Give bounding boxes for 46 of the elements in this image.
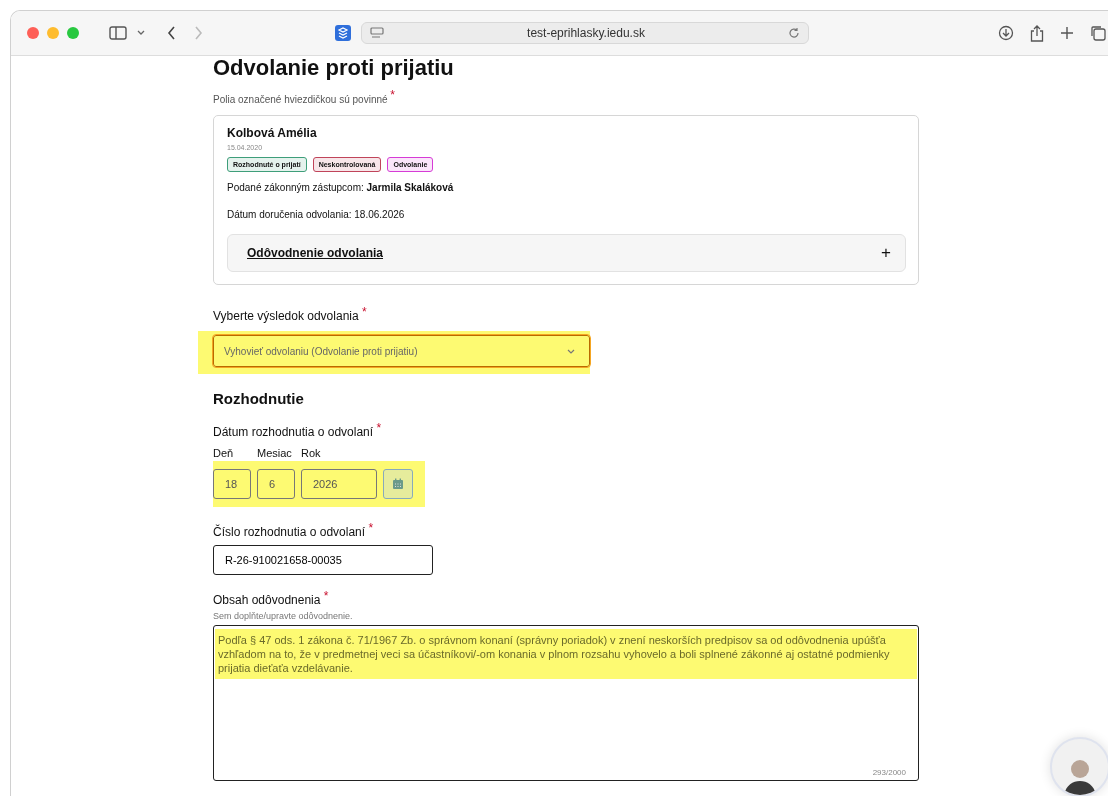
accordion-header[interactable]: Odôvodnenie odvolania + <box>227 234 906 272</box>
date-part-label: Mesiac <box>257 447 293 459</box>
share-icon[interactable] <box>1030 24 1044 42</box>
page-icon <box>370 27 384 39</box>
tabs-overview-icon[interactable] <box>1090 25 1106 41</box>
download-icon[interactable] <box>998 25 1014 41</box>
reason-text: Podľa § 47 ods. 1 zákona č. 71/1967 Zb. o správnom konaní (správny poriadok) v znení neskorších predpisov sa od odôvodnenia upúšťa vzhľadom na to, že v predmetnej veci sa účastníkovi/-om konania v plnom rozsahu vyhovelo a boli splnené zákonné aj ostatné podmienky prijatia dieťaťa vzdelávanie. <box>215 629 917 679</box>
required-mark: * <box>390 88 395 102</box>
applicant-name: Kolbová Amélia <box>227 126 318 140</box>
required-fields-note: Polia označené hviezdičkou sú povinné <box>213 94 388 105</box>
back-icon[interactable] <box>167 26 176 40</box>
extension-icon[interactable] <box>335 25 351 41</box>
representative-name: Jarmila Skaláková <box>366 182 454 193</box>
avatar-circle[interactable] <box>1050 737 1108 796</box>
field-label: Číslo rozhodnutia o odvolaní <box>213 525 366 539</box>
required-mark: * <box>323 589 329 603</box>
required-mark: * <box>368 521 374 535</box>
new-tab-icon[interactable] <box>1060 26 1074 40</box>
page-title: Odvolanie proti prijatiu <box>213 56 455 82</box>
reason-textarea[interactable] <box>213 625 919 781</box>
field-label: Vyberte výsledok odvolania <box>213 309 359 323</box>
expand-toggle[interactable]: + <box>881 243 891 263</box>
calendar-button[interactable] <box>383 469 413 499</box>
decision-number-input[interactable]: R-26-910021658-00035 <box>213 545 433 575</box>
delivery-date: Dátum doručenia odvolania: 18.06.2026 <box>227 209 406 220</box>
required-mark: * <box>362 305 367 319</box>
address-bar[interactable]: test-eprihlasky.iedu.sk <box>361 22 809 44</box>
date-input[interactable]: 2026 <box>301 469 377 499</box>
calendar-icon <box>392 478 404 490</box>
field-hint: Sem doplňte/upravte odôvodnenie. <box>213 611 354 621</box>
required-mark: * <box>376 421 382 435</box>
field-label: Dátum rozhodnutia o odvolaní <box>213 425 374 439</box>
close-window-button[interactable] <box>27 27 39 39</box>
chevron-down-icon <box>567 348 575 354</box>
result-dropdown[interactable]: Vyhovieť odvolaniu (Odvolanie proti prijatiu) <box>213 335 590 367</box>
date-part-label: Rok <box>301 447 321 459</box>
section-heading: Rozhodnutie <box>213 390 305 407</box>
sidebar-icon[interactable] <box>109 26 127 40</box>
submitted-by-label: Podané zákonným zástupcom: <box>227 182 364 193</box>
reload-icon[interactable] <box>788 27 800 39</box>
date-input[interactable]: 18 <box>213 469 251 499</box>
character-counter: 293/2000 <box>872 768 906 777</box>
field-label: Obsah odôvodnenia <box>213 593 321 607</box>
date-input[interactable]: 6 <box>257 469 295 499</box>
date-part-label: Deň <box>213 447 235 459</box>
chevron-down-icon[interactable] <box>137 30 145 36</box>
